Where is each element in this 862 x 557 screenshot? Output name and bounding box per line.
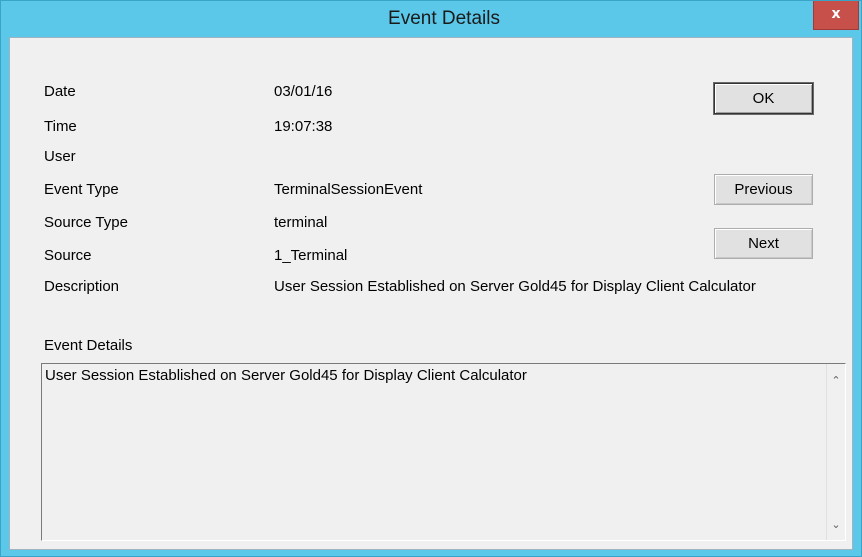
- source-label: Source: [44, 247, 92, 264]
- vertical-scrollbar[interactable]: ⌃ ⌄: [826, 364, 845, 540]
- event-details-label: Event Details: [44, 337, 133, 354]
- ok-button[interactable]: OK: [714, 83, 813, 114]
- chevron-down-icon[interactable]: ⌄: [827, 516, 845, 534]
- description-value: User Session Established on Server Gold4…: [274, 278, 756, 295]
- time-value: 19:07:38: [274, 118, 333, 135]
- source-value: 1_Terminal: [274, 247, 348, 264]
- previous-button[interactable]: Previous: [714, 174, 813, 205]
- user-label: User: [44, 148, 76, 165]
- title-bar[interactable]: Event Details x: [1, 1, 861, 37]
- scrollbar-track[interactable]: [827, 394, 845, 510]
- event-details-text: User Session Established on Server Gold4…: [45, 367, 527, 384]
- event-type-label: Event Type: [44, 181, 119, 198]
- window-title: Event Details: [388, 8, 500, 29]
- dialog-body: Date 03/01/16 Time 19:07:38 User Event T…: [9, 37, 853, 550]
- time-label: Time: [44, 118, 77, 135]
- description-label: Description: [44, 278, 120, 295]
- close-icon: x: [831, 6, 841, 22]
- source-type-value: terminal: [274, 214, 328, 231]
- event-details-textbox[interactable]: User Session Established on Server Gold4…: [41, 363, 846, 541]
- chevron-up-icon[interactable]: ⌃: [827, 372, 845, 390]
- date-label: Date: [44, 83, 76, 100]
- event-type-value: TerminalSessionEvent: [274, 181, 423, 198]
- source-type-label: Source Type: [44, 214, 128, 231]
- event-details-window: Event Details x Date 03/01/16 Time 19:07…: [0, 0, 862, 557]
- next-button[interactable]: Next: [714, 228, 813, 259]
- close-button[interactable]: x: [813, 1, 859, 30]
- date-value: 03/01/16: [274, 83, 333, 100]
